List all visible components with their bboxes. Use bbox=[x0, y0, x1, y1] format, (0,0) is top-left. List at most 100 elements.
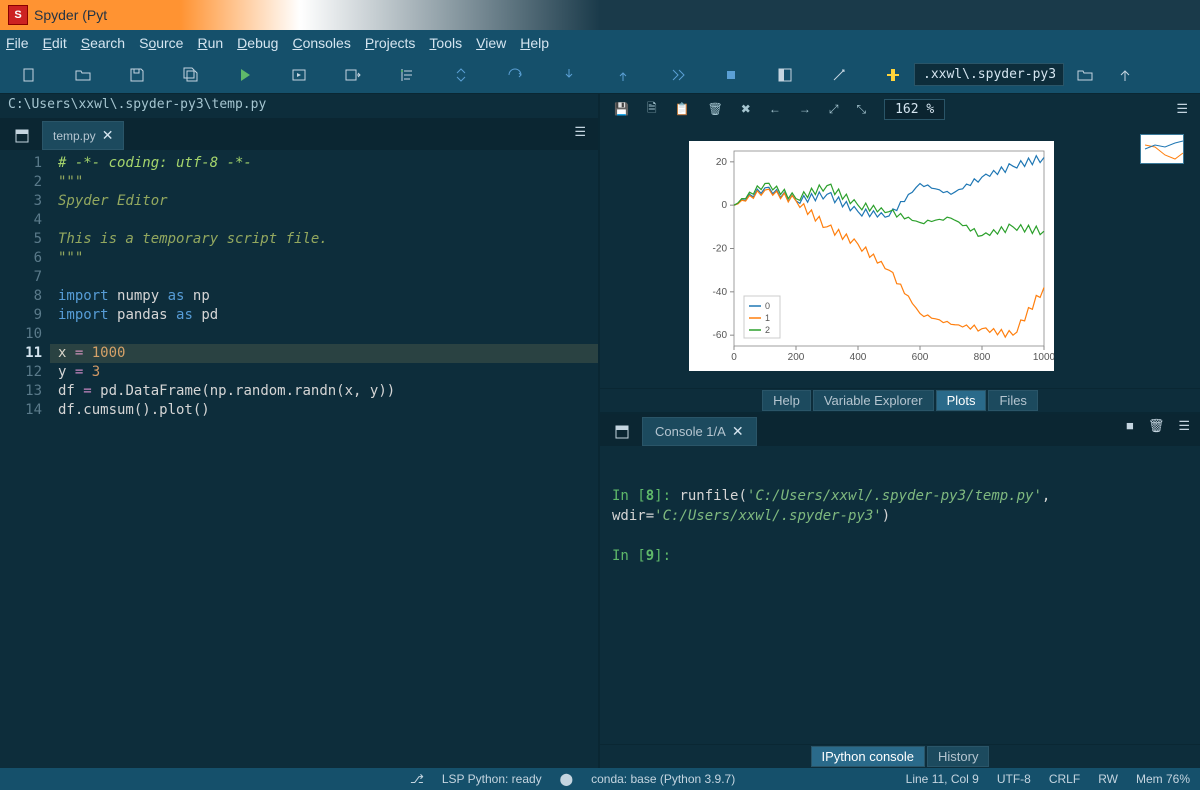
console-options-icon[interactable]: ☰ bbox=[1178, 418, 1190, 434]
pane-tab-files[interactable]: Files bbox=[988, 390, 1037, 411]
debug-button[interactable] bbox=[442, 60, 480, 90]
menu-consoles[interactable]: Consoles bbox=[292, 35, 350, 51]
maximize-pane-button[interactable] bbox=[766, 60, 804, 90]
run-cell-advance-button[interactable] bbox=[334, 60, 372, 90]
menu-projects[interactable]: Projects bbox=[365, 35, 416, 51]
plots-options-icon[interactable]: ☰ bbox=[1176, 101, 1188, 117]
working-directory-input[interactable] bbox=[914, 63, 1064, 86]
close-console-icon[interactable]: ✕ bbox=[732, 423, 744, 440]
console-tab[interactable]: Console 1/A ✕ bbox=[642, 417, 757, 446]
plot-delete-all-icon[interactable]: ✖ bbox=[741, 102, 751, 116]
svg-text:2: 2 bbox=[765, 325, 770, 335]
browse-tabs-icon[interactable] bbox=[10, 124, 34, 148]
menu-source[interactable]: Source bbox=[139, 35, 183, 51]
plots-pane: 💾 🗎 📋 🗑 ✖ ← → ⤢ ⤡ 162 % ☰ 02004006008001… bbox=[600, 94, 1200, 414]
new-file-button[interactable] bbox=[10, 60, 48, 90]
menu-help[interactable]: Help bbox=[520, 35, 549, 51]
code-area[interactable]: # -*- coding: utf-8 -*-"""Spyder Editor … bbox=[50, 150, 598, 768]
menu-view[interactable]: View bbox=[476, 35, 506, 51]
plot-next-icon[interactable]: → bbox=[799, 102, 811, 116]
svg-text:20: 20 bbox=[715, 157, 727, 168]
menu-bar: File Edit Search Source Run Debug Consoles Proj… bbox=[0, 30, 1200, 56]
plot-thumbnails bbox=[1140, 134, 1190, 378]
svg-text:1: 1 bbox=[765, 313, 770, 323]
preferences-button[interactable] bbox=[820, 60, 858, 90]
svg-text:0: 0 bbox=[765, 301, 770, 311]
debug-stop-button[interactable] bbox=[712, 60, 750, 90]
svg-text:800: 800 bbox=[973, 352, 990, 363]
plot-image: 02004006008001000-60-40-20020012 bbox=[689, 141, 1054, 371]
console-tab-label: Console 1/A bbox=[655, 424, 726, 439]
editor-options-icon[interactable]: ☰ bbox=[574, 124, 586, 140]
code-editor[interactable]: 1234567891011121314 # -*- coding: utf-8 … bbox=[0, 150, 598, 768]
plot-delete-icon[interactable]: 🗑 bbox=[708, 102, 723, 116]
status-conda[interactable]: conda: base (Python 3.9.7) bbox=[591, 772, 735, 786]
svg-text:1000: 1000 bbox=[1032, 352, 1053, 363]
browse-consoles-icon[interactable] bbox=[610, 420, 634, 444]
save-button[interactable] bbox=[118, 60, 156, 90]
line-number-gutter: 1234567891011121314 bbox=[0, 150, 50, 768]
svg-text:-20: -20 bbox=[712, 244, 727, 255]
debug-step-into-button[interactable] bbox=[550, 60, 588, 90]
console-pane-tab-history[interactable]: History bbox=[927, 746, 989, 767]
status-bar: ⎇ LSP Python: ready ⬤ conda: base (Pytho… bbox=[0, 768, 1200, 790]
console-pane-tabs: IPython consoleHistory bbox=[600, 744, 1200, 768]
menu-tools[interactable]: Tools bbox=[429, 35, 462, 51]
status-kernel-icon: ⬤ bbox=[560, 772, 573, 786]
pane-tab-variable-explorer[interactable]: Variable Explorer bbox=[813, 390, 934, 411]
console-pane: Console 1/A ✕ ■ 🗑 ☰ In [8]: runfile('C:/… bbox=[600, 414, 1200, 768]
plot-zoom-level: 162 % bbox=[884, 99, 945, 120]
console-pane-tab-ipython-console[interactable]: IPython console bbox=[811, 746, 926, 767]
status-encoding[interactable]: UTF-8 bbox=[997, 772, 1031, 786]
svg-text:200: 200 bbox=[787, 352, 804, 363]
plot-thumbnail[interactable] bbox=[1140, 134, 1184, 164]
python-path-button[interactable] bbox=[874, 60, 912, 90]
spyder-logo-icon: S bbox=[8, 5, 28, 25]
svg-text:400: 400 bbox=[849, 352, 866, 363]
save-all-button[interactable] bbox=[172, 60, 210, 90]
stop-kernel-icon[interactable]: ■ bbox=[1126, 418, 1134, 434]
run-cell-button[interactable] bbox=[280, 60, 318, 90]
status-position[interactable]: Line 11, Col 9 bbox=[906, 772, 979, 786]
status-lsp[interactable]: LSP Python: ready bbox=[442, 772, 542, 786]
pane-tab-help[interactable]: Help bbox=[762, 390, 811, 411]
menu-edit[interactable]: Edit bbox=[43, 35, 67, 51]
clear-console-icon[interactable]: 🗑 bbox=[1148, 418, 1165, 434]
plot-zoom-out-icon[interactable]: ⤢ bbox=[829, 102, 839, 117]
plot-save-icon[interactable]: 💾 bbox=[614, 102, 629, 116]
plot-save-all-icon[interactable]: 🗎 bbox=[647, 99, 657, 120]
editor-tab[interactable]: temp.py ✕ bbox=[42, 121, 124, 150]
editor-tab-bar: temp.py ✕ ☰ bbox=[0, 118, 598, 150]
menu-run[interactable]: Run bbox=[197, 35, 223, 51]
svg-text:0: 0 bbox=[731, 352, 737, 363]
status-memory: Mem 76% bbox=[1136, 772, 1190, 786]
plot-prev-icon[interactable]: ← bbox=[769, 102, 781, 116]
browse-directory-button[interactable] bbox=[1066, 60, 1104, 90]
menu-file[interactable]: File bbox=[6, 35, 29, 51]
open-file-button[interactable] bbox=[64, 60, 102, 90]
console-output[interactable]: In [8]: runfile('C:/Users/xxwl/.spyder-p… bbox=[600, 446, 1200, 744]
debug-step-out-button[interactable] bbox=[604, 60, 642, 90]
status-git-icon[interactable]: ⎇ bbox=[410, 772, 424, 786]
main-toolbar bbox=[0, 56, 1200, 94]
svg-text:600: 600 bbox=[911, 352, 928, 363]
menu-debug[interactable]: Debug bbox=[237, 35, 278, 51]
plot-zoom-in-icon[interactable]: ⤡ bbox=[856, 102, 866, 117]
debug-continue-button[interactable] bbox=[658, 60, 696, 90]
status-eol[interactable]: CRLF bbox=[1049, 772, 1080, 786]
menu-search[interactable]: Search bbox=[81, 35, 125, 51]
debug-step-button[interactable] bbox=[496, 60, 534, 90]
close-tab-icon[interactable]: ✕ bbox=[102, 127, 114, 144]
pane-tab-plots[interactable]: Plots bbox=[936, 390, 987, 411]
run-button[interactable] bbox=[226, 60, 264, 90]
parent-directory-button[interactable] bbox=[1106, 60, 1144, 90]
svg-text:-40: -40 bbox=[712, 287, 727, 298]
status-rw: RW bbox=[1098, 772, 1118, 786]
editor-tab-label: temp.py bbox=[53, 129, 96, 143]
file-path-bar: C:\Users\xxwl\.spyder-py3\temp.py bbox=[0, 94, 598, 118]
svg-text:0: 0 bbox=[721, 200, 727, 211]
run-selection-button[interactable] bbox=[388, 60, 426, 90]
window-title: Spyder (Pyt bbox=[34, 7, 107, 23]
plot-copy-icon[interactable]: 📋 bbox=[675, 102, 690, 116]
plots-toolbar: 💾 🗎 📋 🗑 ✖ ← → ⤢ ⤡ 162 % ☰ bbox=[600, 94, 1200, 124]
